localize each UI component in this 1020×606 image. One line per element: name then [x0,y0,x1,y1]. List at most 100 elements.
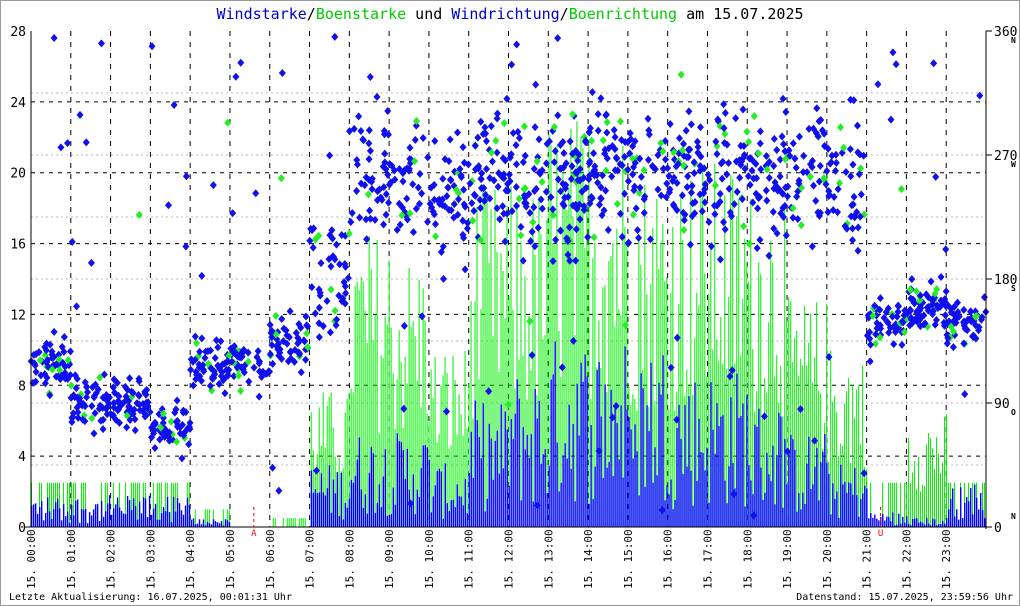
gust-direction-point [500,119,508,128]
wind-direction-point [254,347,262,356]
wind-bar [46,497,49,527]
gust-bar [932,448,934,527]
wind-bar [974,484,976,527]
wind-bar [540,463,542,527]
wind-bar [720,416,722,527]
y-tick-label: 12 [10,308,26,323]
gust-bar [298,518,300,527]
wind-bar [442,518,444,527]
wind-bar [318,492,321,527]
gust-bar [288,518,290,527]
wind-bar [472,477,474,527]
gust-bar [894,482,896,527]
wind-direction-point [688,181,696,190]
wind-bar [840,464,842,527]
wind-bar [342,519,345,527]
wind-bar [830,514,832,527]
wind-direction-point [823,167,831,176]
wind-direction-point [892,60,900,69]
wind-bar [452,499,454,527]
wind-bar [960,487,962,527]
wind-bar [722,415,724,527]
wind-direction-point [686,240,694,249]
wind-bar [124,514,127,527]
wind-direction-point [730,200,738,209]
gust-bar [592,258,594,527]
wind-bar [402,450,405,527]
event-marker-label: U [878,529,883,539]
gust-direction-point [677,70,685,79]
wind-bar [64,516,67,527]
wind-direction-point [721,225,729,234]
wind-direction-point [245,377,253,386]
wind-bar [108,495,111,527]
wind-direction-point [949,343,957,352]
gust-bar [930,438,932,527]
wind-direction-point [255,392,263,401]
wind-direction-point [610,125,618,134]
wind-direction-point [698,207,706,216]
wind-bar [818,500,820,527]
wind-bar [104,511,107,527]
wind-bar [954,516,956,527]
wind-bar [926,517,928,527]
wind-bar [162,507,165,527]
wind-direction-point [513,160,521,169]
wind-bar [848,482,850,527]
wind-direction-point [887,115,895,124]
wind-bar [382,476,385,527]
wind-direction-point [471,141,479,150]
wind-direction-point [644,155,652,164]
wind-bar [796,511,798,527]
gust-bar [914,461,916,527]
wind-bar [514,413,516,527]
wind-bar [704,470,706,527]
wind-bar [506,429,508,527]
gust-bar [290,518,292,527]
wind-bar [700,452,702,527]
wind-bar [470,431,472,527]
wind-direction-point [182,172,190,181]
wind-bar [602,477,604,527]
wind-bar [132,498,135,527]
wind-bar [914,518,916,527]
wind-bar [972,514,974,527]
x-tick-label: 15. 05:00 [224,529,237,589]
wind-bar [730,397,732,527]
wind-direction-point [201,354,209,363]
wind-bar [554,341,556,527]
wind-bar [426,447,428,527]
wind-direction-point [508,60,516,69]
gust-bar [466,428,468,527]
wind-bar [566,458,568,527]
wind-bar [466,513,468,527]
wind-direction-point [635,233,643,242]
wind-direction-point [855,170,863,179]
wind-bar [420,468,422,527]
gust-bar [838,456,840,527]
wind-bar [434,485,436,527]
wind-direction-point [603,128,611,137]
wind-bar [868,518,870,527]
wind-direction-point [97,39,105,48]
data-status: Datenstand: 15.07.2025, 23:59:56 Uhr [796,592,1013,603]
wind-bar [198,519,201,527]
wind-direction-point [853,121,861,130]
wind-direction-point [754,204,762,213]
wind-bar [48,511,51,527]
wind-bar [556,442,558,527]
wind-bar [740,416,742,527]
wind-bar [436,471,438,527]
wind-bar [866,488,868,527]
gust-bar [170,482,172,527]
wind-bar [948,509,950,527]
gust-bar [282,518,284,527]
gust-direction-point [711,181,719,190]
wind-direction-point [725,159,733,168]
wind-bar [642,388,644,527]
wind-bar [772,445,774,527]
gust-bar [574,335,576,527]
wind-bar [684,405,686,527]
wind-direction-point [683,183,691,192]
wind-bar [146,517,149,527]
